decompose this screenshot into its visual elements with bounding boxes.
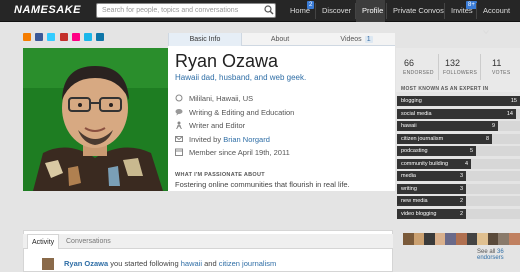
votes-label: VOTES <box>492 70 511 76</box>
expert-tag-label: media <box>401 173 416 179</box>
videos-count: 1 <box>364 36 373 43</box>
expert-tag-label: writing <box>401 185 417 192</box>
facebook-icon[interactable] <box>35 33 44 41</box>
endorser-avatar[interactable] <box>487 233 499 245</box>
blogger-icon[interactable] <box>23 33 31 41</box>
invited-by-link[interactable]: Brian Norgard <box>223 135 270 144</box>
expert-tag-label: podcasting <box>401 148 428 154</box>
expert-tag[interactable]: social media 14 <box>397 108 516 119</box>
expert-tag[interactable]: video blogging 2 <box>397 208 466 219</box>
expert-tag-label: citizen journalism <box>401 135 444 142</box>
endorsed-label: ENDORSED <box>403 70 434 76</box>
expert-tag-count: 4 <box>464 160 468 167</box>
endorser-avatar[interactable] <box>413 233 425 245</box>
search-icon[interactable] <box>264 5 274 15</box>
expert-tag-label: community building <box>401 160 449 167</box>
expert-tag-count: 3 <box>459 173 463 179</box>
endorsed-count[interactable]: 66 <box>404 58 414 68</box>
nav-private-convos[interactable]: Private Convos <box>387 0 450 22</box>
home-badge: 2 <box>307 1 315 9</box>
followers-count[interactable]: 132 <box>445 58 460 68</box>
member-since-row: Member since April 19th, 2011 <box>175 148 290 157</box>
expert-tag[interactable]: citizen journalism 8 <box>397 133 492 144</box>
expert-tag-count: 5 <box>469 148 473 154</box>
stats-divider <box>480 54 481 80</box>
expert-tag-label: new media <box>401 198 428 204</box>
see-all-endorsers: See all 36 endorsers <box>477 249 504 261</box>
endorser-avatar[interactable] <box>498 233 510 245</box>
vimeo-icon[interactable] <box>84 33 93 41</box>
activity-user-link[interactable]: Ryan Ozawa <box>64 259 108 268</box>
flickr-icon[interactable] <box>71 33 80 41</box>
location-icon <box>175 94 183 102</box>
tab-about[interactable]: About <box>243 33 317 46</box>
avatar[interactable] <box>42 258 54 270</box>
expert-tag-label: social media <box>401 110 432 117</box>
linkedin-icon[interactable] <box>96 33 105 41</box>
expert-tag-count: 14 <box>506 110 513 117</box>
endorser-avatar[interactable] <box>456 233 467 245</box>
expert-tag-count: 15 <box>510 98 517 104</box>
endorser-avatar[interactable] <box>403 233 414 245</box>
topic-link-hawaii[interactable]: hawaii <box>181 259 202 268</box>
expert-tag[interactable]: media 3 <box>397 171 466 181</box>
expert-tag[interactable]: hawaii 9 <box>397 121 498 131</box>
chevron-down-icon <box>483 30 489 35</box>
location-row: Mililani, Hawaii, US <box>175 94 253 103</box>
expert-heading: MOST KNOWN AS AN EXPERT IN <box>401 86 489 92</box>
social-links <box>23 33 106 43</box>
role-row: Writer and Editor <box>175 121 245 130</box>
expert-tag[interactable]: new media 2 <box>397 196 466 206</box>
stats-divider <box>438 54 439 80</box>
votes-count[interactable]: 11 <box>492 58 501 68</box>
tab-videos[interactable]: Videos 1 <box>318 33 395 46</box>
expert-tag-label: video blogging <box>401 210 437 217</box>
expert-tag[interactable]: podcasting 5 <box>397 146 476 156</box>
profile-tabs: Basic Info About Videos 1 <box>168 33 395 46</box>
fields-row: Writing & Editing and Education <box>175 108 294 117</box>
nav-account[interactable]: Account <box>477 0 520 35</box>
activity-item: Ryan Ozawa you started following hawaii … <box>64 259 277 268</box>
expert-tag-label: hawaii <box>401 123 417 129</box>
chat-icon <box>175 109 183 116</box>
expert-tag-count: 3 <box>459 185 463 192</box>
profile-tagline: Hawaii dad, husband, and web geek. <box>175 73 307 82</box>
twitter-icon[interactable] <box>47 33 56 41</box>
youtube-icon[interactable] <box>59 33 68 41</box>
nav-discover[interactable]: Discover <box>316 0 357 22</box>
expert-tag-count: 9 <box>491 123 495 129</box>
tab-conversations[interactable]: Conversations <box>62 234 115 249</box>
expert-tag-label: blogging <box>401 98 422 104</box>
endorser-avatar[interactable] <box>424 233 436 245</box>
calendar-icon <box>175 148 183 156</box>
tab-basic-info[interactable]: Basic Info <box>168 33 242 46</box>
search-input[interactable]: Search for people, topics and conversati… <box>96 3 276 18</box>
followers-label: FOLLOWERS <box>443 70 478 76</box>
tab-activity[interactable]: Activity <box>27 234 60 249</box>
topic-link-citizen-journalism[interactable]: citizen journalism <box>219 259 277 268</box>
person-icon <box>176 121 182 129</box>
expert-tag[interactable]: blogging 15 <box>397 96 520 106</box>
expert-tag-count: 2 <box>459 198 463 204</box>
endorser-avatar[interactable] <box>466 233 478 245</box>
expert-tag[interactable]: writing 3 <box>397 183 466 194</box>
passion-heading: WHAT I'M PASSIONATE ABOUT <box>175 172 265 178</box>
nav-profile[interactable]: Profile <box>356 0 385 22</box>
top-nav-bar: NAMESAKE Search for people, topics and c… <box>0 0 520 35</box>
expert-tag-count: 8 <box>485 135 489 142</box>
expert-tag-count: 2 <box>459 210 463 217</box>
endorser-avatar[interactable] <box>509 233 520 245</box>
endorser-avatar[interactable] <box>477 233 489 245</box>
expert-tag[interactable]: community building 4 <box>397 158 471 169</box>
invite-icon <box>175 136 183 142</box>
endorser-avatar[interactable] <box>434 233 446 245</box>
profile-photo <box>23 48 168 191</box>
namesake-logo[interactable]: NAMESAKE <box>14 4 81 16</box>
endorser-avatar[interactable] <box>445 233 457 245</box>
passion-text: Fostering online communities that flouri… <box>175 180 350 189</box>
profile-name: Ryan Ozawa <box>175 51 279 71</box>
invited-row: Invited by Brian Norgard <box>175 135 270 144</box>
